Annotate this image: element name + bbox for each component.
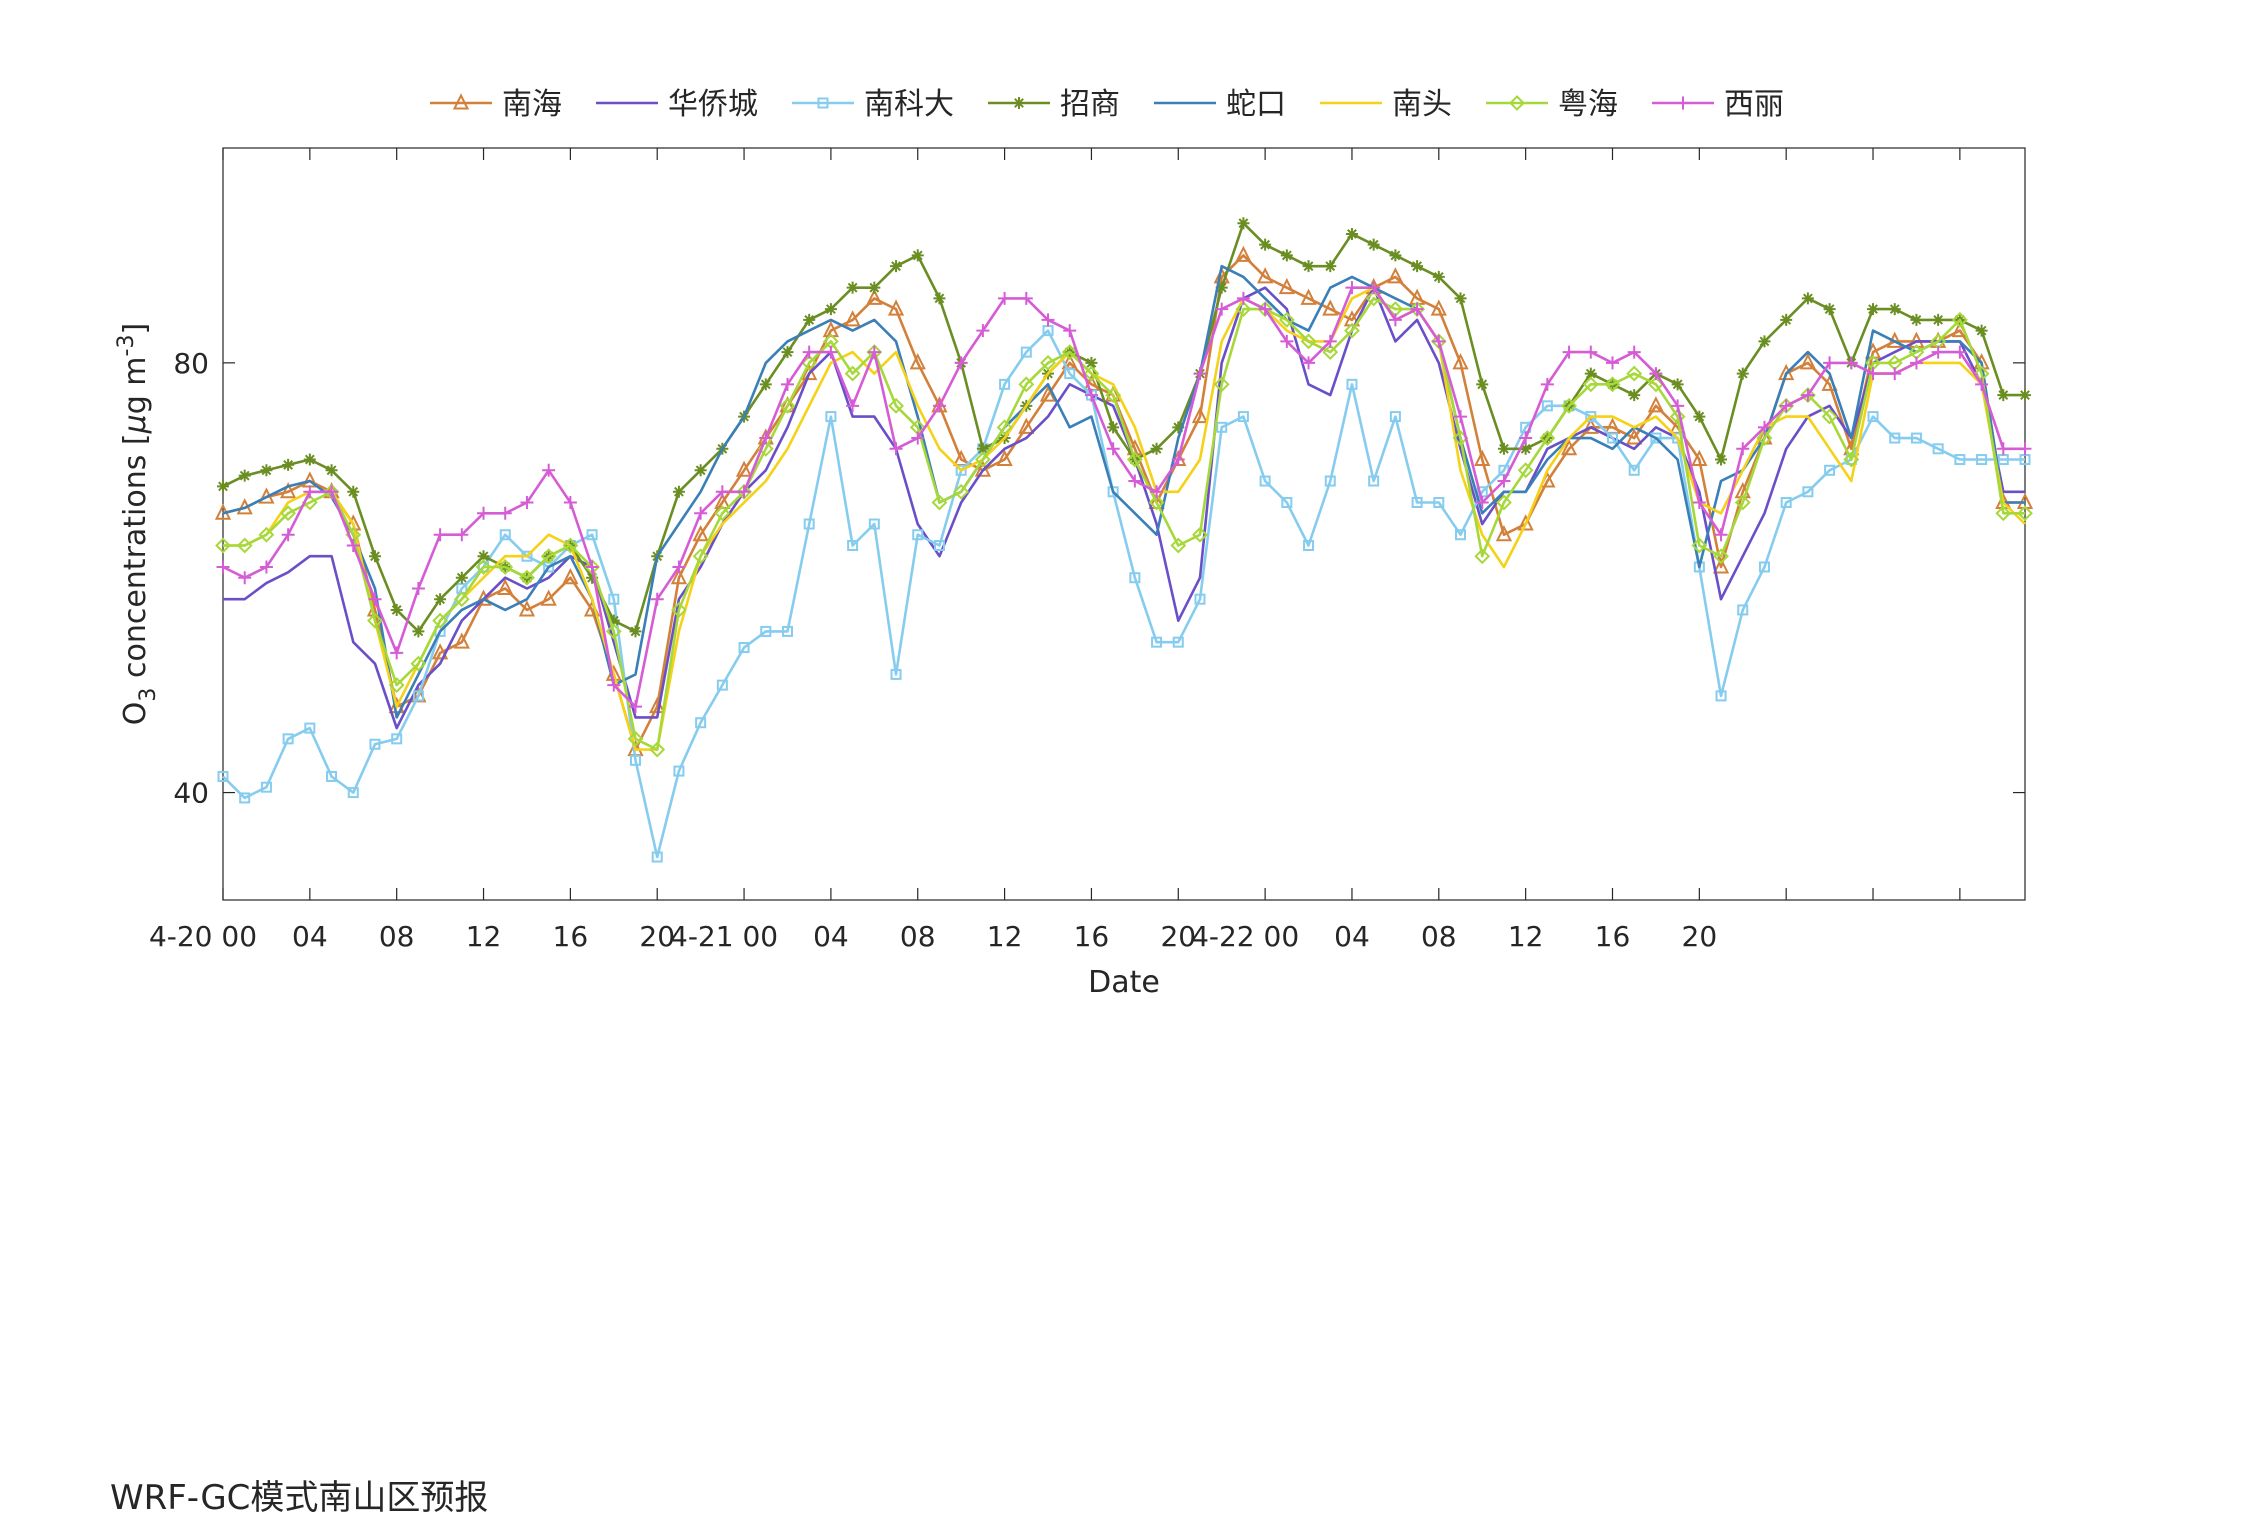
data-point bbox=[1975, 324, 1988, 337]
legend-label: 西丽 bbox=[1724, 87, 1784, 122]
data-point bbox=[1389, 249, 1402, 262]
x-tick-label: 08 bbox=[1421, 920, 1457, 953]
x-tick-label: 4-22 00 bbox=[1191, 920, 1299, 953]
legend-item: 粤海 bbox=[1486, 87, 1618, 122]
legend-item: 南头 bbox=[1320, 87, 1452, 122]
data-point bbox=[1910, 313, 1923, 326]
chart-caption: WRF-GC模式南山区预报 bbox=[110, 1478, 489, 1518]
legend-label: 南海 bbox=[502, 87, 562, 122]
y-tick-label: 80 bbox=[173, 347, 209, 380]
data-point bbox=[1237, 217, 1250, 230]
legend-label: 南头 bbox=[1392, 87, 1452, 122]
x-tick-labels: 4-20 00 04 08 12 16 204-21 00 04 08 12 16 204-22 0… bbox=[149, 920, 1717, 953]
legend-label: 蛇口 bbox=[1226, 87, 1286, 122]
legend-label: 招商 bbox=[1060, 87, 1120, 122]
legend-item: 南海 bbox=[430, 87, 562, 122]
data-point bbox=[1259, 238, 1272, 251]
data-point bbox=[1345, 227, 1358, 240]
data-point bbox=[1013, 97, 1025, 109]
legend-item: 招商 bbox=[988, 87, 1120, 122]
y-tick-label: 40 bbox=[173, 777, 209, 810]
x-tick-label: 08 bbox=[379, 920, 415, 953]
x-tick-label: 08 bbox=[900, 920, 936, 953]
legend-label: 粤海 bbox=[1558, 87, 1618, 122]
x-tick-label: 04 bbox=[292, 920, 328, 953]
legend-item: 南科大 bbox=[792, 87, 954, 122]
x-tick-label: 4-21 00 bbox=[670, 920, 778, 953]
data-point bbox=[1758, 335, 1771, 348]
data-point bbox=[455, 571, 468, 584]
x-tick-label: 04 bbox=[1334, 920, 1370, 953]
x-tick-label: 4-20 00 bbox=[149, 920, 257, 953]
o3-line-chart: 南海 华侨城 南科大 招商 蛇口 南头 粤海 西丽 40 80 4-20 00 04 08 12 16 2… bbox=[114, 87, 2034, 1000]
data-point bbox=[781, 346, 794, 359]
data-point bbox=[1932, 313, 1945, 326]
x-tick-label: 16 bbox=[1074, 920, 1110, 953]
y-tick-labels: 40 80 bbox=[173, 347, 209, 810]
x-axis-title: Date bbox=[1088, 965, 1160, 1000]
x-tick-label: 16 bbox=[553, 920, 589, 953]
data-point bbox=[1280, 249, 1293, 262]
x-tick-label: 12 bbox=[466, 920, 502, 953]
legend-item: 蛇口 bbox=[1154, 87, 1286, 122]
data-point bbox=[1676, 96, 1690, 110]
legend-item: 西丽 bbox=[1652, 87, 1784, 122]
chart-legend: 南海 华侨城 南科大 招商 蛇口 南头 粤海 西丽 bbox=[430, 87, 1784, 122]
legend-label: 南科大 bbox=[864, 87, 954, 122]
legend-label: 华侨城 bbox=[668, 87, 758, 122]
x-tick-label: 16 bbox=[1595, 920, 1631, 953]
legend-item: 华侨城 bbox=[596, 87, 758, 122]
plot-area bbox=[222, 147, 2026, 901]
data-point bbox=[1780, 313, 1793, 326]
x-tick-label: 20 bbox=[1682, 920, 1718, 953]
x-tick-label: 12 bbox=[987, 920, 1023, 953]
data-point bbox=[1367, 238, 1380, 251]
x-tick-label: 12 bbox=[1508, 920, 1544, 953]
x-tick-label: 04 bbox=[813, 920, 849, 953]
y-axis-title: O3 concentrations [μg m-3] bbox=[114, 323, 161, 725]
